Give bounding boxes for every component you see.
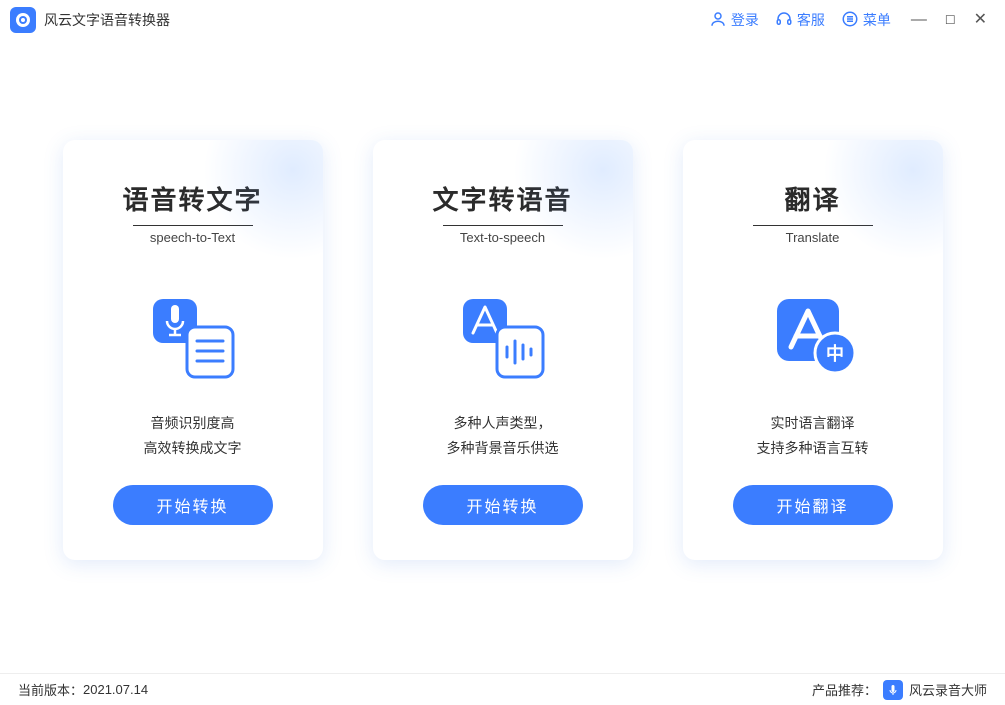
minimize-button[interactable]: — (911, 12, 927, 28)
menu-button[interactable]: 菜单 (841, 10, 891, 31)
recommend-product-link[interactable]: 风云录音大师 (909, 680, 987, 699)
translate-icon: 中 (763, 281, 863, 391)
card-description: 实时语言翻译 支持多种语言互转 (757, 411, 869, 461)
text-to-speech-icon (453, 281, 553, 391)
card-speech-to-text: 语音转文字 speech-to-Text 音频识别度高 高效转换成文字 开始转换 (63, 140, 323, 560)
start-translate-button[interactable]: 开始翻译 (733, 485, 893, 525)
login-label: 登录 (731, 10, 759, 30)
card-title: 文字转语音 (432, 180, 572, 217)
user-icon (709, 10, 727, 31)
close-button[interactable]: ✕ (974, 12, 987, 28)
top-nav: 登录 客服 菜单 (709, 10, 891, 31)
card-description: 音频识别度高 高效转换成文字 (144, 411, 242, 461)
menu-icon (841, 10, 859, 31)
login-button[interactable]: 登录 (709, 10, 759, 31)
app-title: 风云文字语音转换器 (44, 10, 170, 30)
start-convert-button[interactable]: 开始转换 (423, 485, 583, 525)
card-subtitle: Text-to-speech (443, 225, 563, 251)
service-label: 客服 (797, 10, 825, 30)
service-button[interactable]: 客服 (775, 10, 825, 31)
menu-label: 菜单 (863, 10, 891, 30)
headset-icon (775, 10, 793, 31)
svg-text:中: 中 (826, 343, 844, 364)
titlebar: 风云文字语音转换器 登录 客服 菜单 — ☐ ✕ (0, 0, 1005, 40)
card-title: 语音转文字 (122, 180, 262, 217)
start-convert-button[interactable]: 开始转换 (113, 485, 273, 525)
speech-to-text-icon (143, 281, 243, 391)
window-controls: — ☐ ✕ (911, 12, 987, 28)
footer-bar: 当前版本： 2021.07.14 产品推荐： 风云录音大师 (0, 673, 1005, 705)
recommend-product-icon (883, 680, 903, 700)
card-text-to-speech: 文字转语音 Text-to-speech 多种人声类型， 多种背景音乐供选 开始… (373, 140, 633, 560)
card-subtitle: Translate (753, 225, 873, 251)
app-logo-icon (10, 7, 36, 33)
card-description: 多种人声类型， 多种背景音乐供选 (447, 411, 559, 461)
main-content: 语音转文字 speech-to-Text 音频识别度高 高效转换成文字 开始转换… (0, 40, 1005, 560)
recommend-label: 产品推荐： (812, 680, 877, 699)
card-subtitle: speech-to-Text (133, 225, 253, 251)
version-value: 2021.07.14 (83, 682, 148, 697)
card-translate: 翻译 Translate 中 实时语言翻译 支持多种语言互转 开始翻译 (683, 140, 943, 560)
card-title: 翻译 (784, 180, 840, 217)
version-label: 当前版本： (18, 680, 83, 699)
maximize-button[interactable]: ☐ (945, 14, 956, 26)
